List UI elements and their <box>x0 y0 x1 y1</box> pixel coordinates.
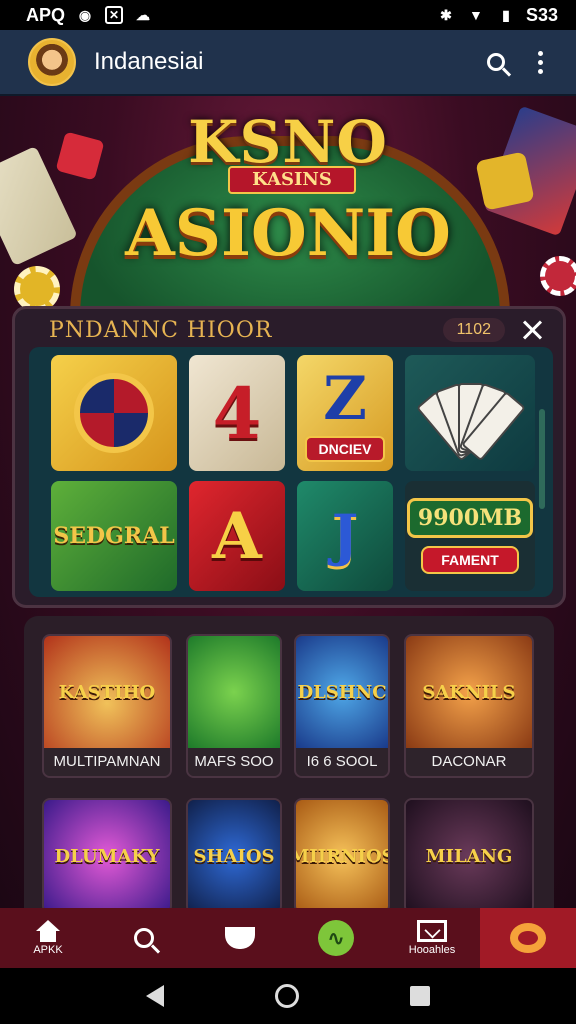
nav-item-label: APKK <box>33 944 63 956</box>
game-art: SHAIOS <box>188 800 280 912</box>
game-caption: DACONAR <box>406 748 532 776</box>
overflow-menu-button[interactable] <box>518 40 562 84</box>
app-title: Indanesiai <box>94 48 204 75</box>
game-art: MILANG <box>406 800 532 912</box>
promo-grid: 4 Z DNCIEV SEDGRAL A J 9900MB FAMENT <box>29 347 553 597</box>
game-art <box>188 636 280 748</box>
tile-symbol: Z <box>323 364 367 434</box>
game-card[interactable]: SAKNILS DACONAR <box>404 634 534 778</box>
nav-item-cup[interactable] <box>192 908 288 968</box>
close-icon[interactable] <box>519 316 547 344</box>
trend-icon: ∿ <box>318 920 354 956</box>
game-card[interactable]: MAFS SOO <box>186 634 282 778</box>
status-left: APQ ◉ ✕ ☁ <box>26 5 153 26</box>
promo-code-badge: 1102 <box>442 318 505 342</box>
nav-item-home[interactable]: APKK <box>0 908 96 968</box>
promo-tile-a[interactable]: A <box>189 481 285 591</box>
nav-item-messages[interactable]: Hooahles <box>384 908 480 968</box>
status-right: ✱ ▼ ▮ S33 <box>436 5 558 26</box>
nav-item-label: Hooahles <box>408 944 456 956</box>
game-card[interactable]: DLUMAKY <box>42 798 172 914</box>
promo-tile-cards[interactable] <box>405 355 535 471</box>
promo-scrollbar[interactable] <box>539 409 545 509</box>
game-card[interactable]: SHAIOS <box>186 798 282 914</box>
game-card[interactable]: MIIRNIOS <box>294 798 390 914</box>
game-card[interactable]: MILANG <box>404 798 534 914</box>
game-caption: MAFS SOO <box>188 748 280 776</box>
status-time: S33 <box>525 4 558 25</box>
recents-icon[interactable] <box>410 986 431 1006</box>
chat-icon <box>510 923 546 953</box>
status-bar: APQ ◉ ✕ ☁ ✱ ▼ ▮ S33 <box>0 0 576 30</box>
system-nav-bar <box>0 968 576 1024</box>
promo-header: PNDANNC HIOOR 1102 <box>15 309 563 351</box>
promo-tile-z[interactable]: Z DNCIEV <box>297 355 393 471</box>
nav-item-chat[interactable] <box>480 908 576 968</box>
image-icon: ✕ <box>105 6 124 24</box>
game-art: SAKNILS <box>406 636 532 748</box>
roulette-icon <box>74 373 154 453</box>
game-card[interactable]: KASTIHO MULTIPAMNAN <box>42 634 172 778</box>
promo-panel: PNDANNC HIOOR 1102 4 Z DNCIEV SEDGRAL A … <box>12 306 566 608</box>
game-art: KASTIHO <box>44 636 170 748</box>
nav-item-trend[interactable]: ∿ <box>288 908 384 968</box>
tile-symbol: A <box>212 498 262 574</box>
search-icon <box>134 928 154 948</box>
promo-title: PNDANNC HIOOR <box>49 317 273 343</box>
wifi-icon: ▼ <box>469 7 483 23</box>
cup-icon <box>225 927 255 949</box>
games-section: KASTIHO MULTIPAMNAN MAFS SOO DLSHNC I6 6… <box>24 616 554 916</box>
bluetooth-icon: ✱ <box>440 6 452 23</box>
home-icon <box>34 920 62 942</box>
tile-symbol: J <box>331 503 359 569</box>
cloud-icon: ☁ <box>136 6 151 23</box>
tile-symbol: 4 <box>212 371 262 455</box>
tile-label: SEDGRAL <box>53 523 175 549</box>
mail-icon <box>417 920 447 942</box>
banner-logo-main: ASIONIO <box>125 196 451 271</box>
game-art: DLUMAKY <box>44 800 170 912</box>
game-art: MIIRNIOS <box>296 800 388 912</box>
promo-tile-payment: 9900MB FAMENT <box>405 481 535 591</box>
payment-button[interactable]: FAMENT <box>421 546 519 574</box>
tile-label: DNCIEV <box>304 436 386 462</box>
avatar[interactable] <box>28 38 76 86</box>
app-bar: Indanesiai <box>0 30 576 96</box>
promo-tile-sedgral[interactable]: SEDGRAL <box>51 481 177 591</box>
search-icon <box>487 53 505 71</box>
back-icon[interactable] <box>145 985 164 1007</box>
nav-item-search[interactable] <box>96 908 192 968</box>
promo-tile-4[interactable]: 4 <box>189 355 285 471</box>
game-caption: MULTIPAMNAN <box>44 748 170 776</box>
promo-tile-j[interactable]: J <box>297 481 393 591</box>
home-circle-icon[interactable] <box>274 984 299 1008</box>
bottom-nav: APKK ∿ Hooahles <box>0 908 576 968</box>
battery-icon: ▮ <box>502 6 510 23</box>
game-card[interactable]: DLSHNC I6 6 SOOL <box>294 634 390 778</box>
game-art: DLSHNC <box>296 636 388 748</box>
banner-logo-ribbon: KASINS <box>228 166 356 194</box>
game-caption: I6 6 SOOL <box>296 748 388 776</box>
payment-amount: 9900MB <box>406 498 534 538</box>
sync-icon: ◉ <box>78 6 92 23</box>
more-vert-icon <box>537 50 543 74</box>
card-fan-icon <box>410 373 530 462</box>
search-button[interactable] <box>474 40 518 84</box>
status-carrier-text: APQ <box>26 4 66 25</box>
promo-tile-roulette[interactable] <box>51 355 177 471</box>
